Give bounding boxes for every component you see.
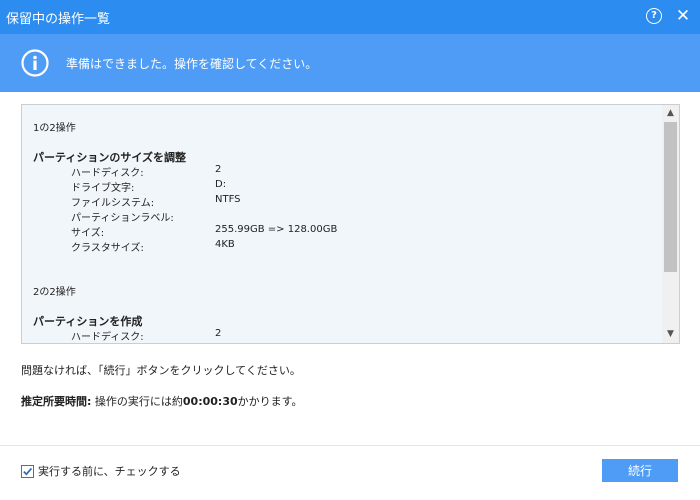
check-before-run-checkbox[interactable]	[21, 464, 34, 478]
field-label: パーティションラベル:	[71, 213, 174, 224]
field-label: クラスタサイズ:	[71, 243, 144, 254]
estimate-suffix: かかります。	[237, 395, 303, 408]
field-label: ハードディスク:	[71, 332, 144, 343]
op2-title: パーティションを作成	[33, 315, 143, 328]
field-value: 255.99GB => 128.00GB	[215, 224, 338, 235]
continue-button[interactable]: 続行	[602, 459, 678, 482]
window-title: 保留中の操作一覧	[6, 11, 111, 27]
info-icon	[21, 49, 49, 77]
op1-counter: 1の2操作	[33, 123, 76, 134]
title-bar: 保留中の操作一覧 ? ✕	[0, 0, 700, 34]
field-label: サイズ:	[71, 228, 105, 239]
scroll-up-icon[interactable]: ▲	[662, 105, 679, 122]
estimate-prefix: 操作の実行には約	[91, 395, 183, 408]
field-value: 4KB	[215, 239, 235, 250]
info-banner: 準備はできました。操作を確認してください。	[0, 34, 700, 92]
field-value: 2	[215, 328, 222, 339]
field-label: ハードディスク:	[71, 168, 144, 179]
field-label: ドライブ文字:	[71, 183, 135, 194]
footer-divider	[0, 445, 700, 446]
op2-counter: 2の2操作	[33, 287, 76, 298]
scrollbar-thumb[interactable]	[664, 122, 677, 272]
check-before-run[interactable]: 実行する前に、チェックする	[21, 463, 181, 479]
field-value: D:	[215, 179, 227, 190]
question-circle-icon[interactable]: ?	[646, 8, 662, 24]
op1-title: パーティションのサイズを調整	[33, 151, 187, 164]
instruction-text: 問題なければ、「続行」ボタンをクリックしてください。	[21, 364, 301, 377]
check-before-run-label[interactable]: 実行する前に、チェックする	[38, 463, 181, 479]
estimate-duration: 00:00:30	[182, 395, 238, 408]
field-value: NTFS	[215, 194, 241, 205]
close-icon[interactable]: ✕	[674, 6, 692, 26]
field-value: 2	[215, 164, 222, 175]
operations-content: 1の2操作 パーティションのサイズを調整 ハードディスク: 2 ドライブ文字: …	[22, 105, 662, 343]
field-label: ファイルシステム:	[71, 198, 155, 209]
operations-list[interactable]: 1の2操作 パーティションのサイズを調整 ハードディスク: 2 ドライブ文字: …	[21, 104, 680, 344]
estimate-label: 推定所要時間:	[21, 395, 92, 408]
scroll-down-icon[interactable]: ▼	[662, 326, 679, 343]
vertical-scrollbar[interactable]: ▲ ▼	[662, 105, 679, 343]
checkmark-icon	[23, 467, 33, 475]
estimated-time: 推定所要時間: 操作の実行には約00:00:30かかります。	[21, 393, 303, 409]
banner-message: 準備はできました。操作を確認してください。	[66, 57, 318, 71]
